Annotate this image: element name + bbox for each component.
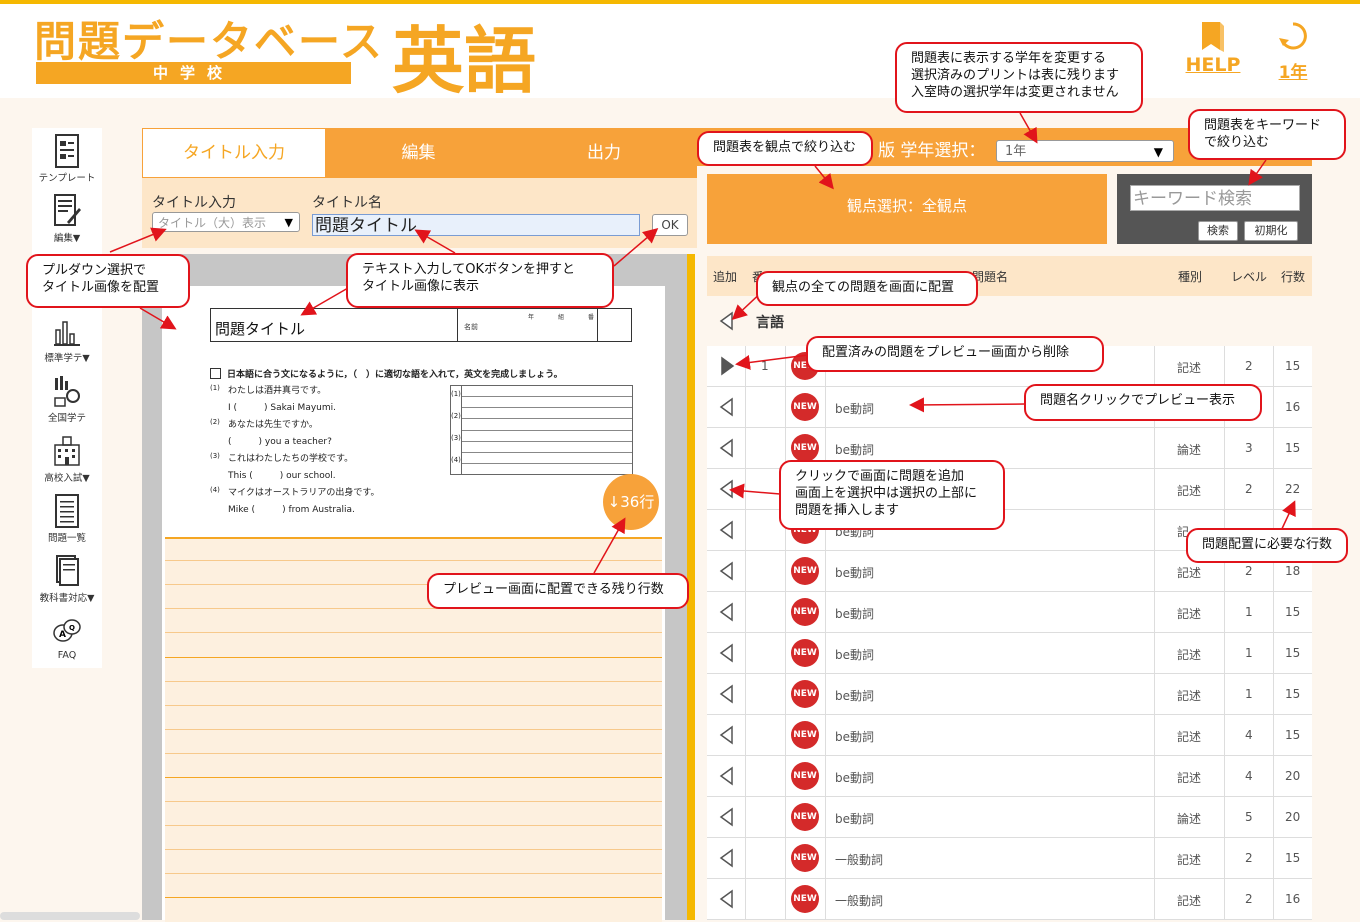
callout-remove: 配置済みの問題をプレビュー画面から削除 <box>806 336 1104 372</box>
callout-pulldown: プルダウン選択で タイトル画像を配置 <box>26 254 190 308</box>
callout-lines-needed: 問題配置に必要な行数 <box>1186 528 1348 563</box>
callout-grade-change: 問題表に表示する学年を変更する 選択済みのプリントは表に残ります 入室時の選択学… <box>895 42 1143 113</box>
callout-keyword-filter: 問題表をキーワード で絞り込む <box>1188 109 1346 160</box>
callout-add-problem: クリックで画面に問題を追加 画面上を選択中は選択の上部に 問題を挿入します <box>779 460 1005 530</box>
callout-viewpoint-filter: 問題表を観点で絞り込む <box>697 131 873 166</box>
callout-preview: 問題名クリックでプレビュー表示 <box>1024 384 1262 421</box>
callout-remaining: プレビュー画面に配置できる残り行数 <box>427 573 689 609</box>
callout-arrows <box>109 112 1296 574</box>
callout-text-input: テキスト入力してOKボタンを押すと タイトル画像に表示 <box>346 253 614 308</box>
callout-place-all: 観点の全ての問題を画面に配置 <box>756 271 978 306</box>
